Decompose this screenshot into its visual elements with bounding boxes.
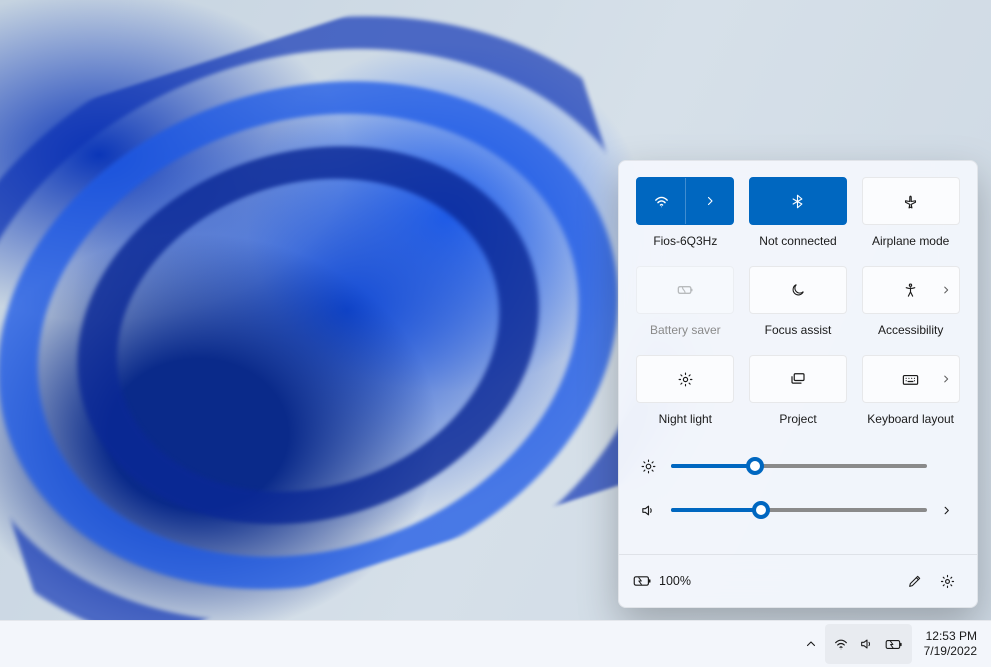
wifi-expand-button[interactable]: [686, 178, 734, 224]
wifi-label: Fios-6Q3Hz: [653, 234, 717, 248]
bluetooth-label: Not connected: [759, 234, 836, 248]
tray-quick-settings-button[interactable]: [825, 624, 912, 664]
quick-settings-tiles: Fios-6Q3Hz Not connected Airplane mode: [619, 161, 977, 430]
brightness-slider[interactable]: [671, 464, 927, 468]
volume-slider[interactable]: [671, 508, 927, 512]
chevron-right-icon: [704, 195, 716, 207]
bluetooth-toggle[interactable]: [749, 177, 847, 225]
focus-assist-label: Focus assist: [765, 323, 832, 337]
taskbar-date: 7/19/2022: [924, 644, 977, 659]
keyboard-layout-toggle[interactable]: [862, 355, 960, 403]
volume-output-button[interactable]: [941, 505, 957, 516]
taskbar: 12:53 PM 7/19/2022: [0, 620, 991, 667]
system-tray: 12:53 PM 7/19/2022: [799, 624, 987, 664]
keyboard-layout-label: Keyboard layout: [867, 412, 954, 426]
focus-assist-toggle[interactable]: [749, 266, 847, 314]
brightness-icon: [677, 371, 694, 388]
gear-icon: [939, 573, 956, 590]
volume-icon: [639, 502, 657, 519]
battery-icon: [633, 574, 653, 588]
night-light-label: Night light: [659, 412, 712, 426]
sliders-section: [619, 430, 977, 554]
taskbar-time: 12:53 PM: [924, 629, 977, 644]
chevron-right-icon: [941, 285, 951, 295]
battery-saver-icon: [675, 280, 695, 300]
accessibility-toggle[interactable]: [862, 266, 960, 314]
battery-percentage[interactable]: 100%: [659, 574, 691, 588]
tray-overflow-button[interactable]: [799, 624, 823, 664]
panel-footer: 100%: [619, 554, 977, 607]
keyboard-icon: [901, 370, 920, 389]
wifi-toggle[interactable]: [636, 177, 734, 225]
brightness-icon: [639, 458, 657, 475]
battery-saver-toggle: [636, 266, 734, 314]
project-label: Project: [779, 412, 816, 426]
chevron-right-icon: [941, 374, 951, 384]
edit-quick-settings-button[interactable]: [899, 565, 931, 597]
pencil-icon: [907, 573, 923, 589]
project-icon: [789, 370, 807, 388]
settings-button[interactable]: [931, 565, 963, 597]
bluetooth-icon: [790, 194, 805, 209]
volume-icon: [859, 636, 875, 652]
accessibility-icon: [902, 282, 919, 299]
accessibility-label: Accessibility: [878, 323, 943, 337]
airplane-mode-toggle[interactable]: [862, 177, 960, 225]
battery-icon: [885, 638, 904, 651]
wifi-icon: [653, 193, 670, 210]
wifi-icon: [833, 636, 849, 652]
wifi-toggle-main[interactable]: [637, 178, 685, 224]
chevron-up-icon: [805, 638, 817, 650]
project-toggle[interactable]: [749, 355, 847, 403]
airplane-icon: [902, 193, 919, 210]
battery-saver-label: Battery saver: [650, 323, 721, 337]
taskbar-clock[interactable]: 12:53 PM 7/19/2022: [914, 629, 987, 659]
night-light-toggle[interactable]: [636, 355, 734, 403]
airplane-mode-label: Airplane mode: [872, 234, 949, 248]
quick-settings-panel: Fios-6Q3Hz Not connected Airplane mode: [618, 160, 978, 608]
moon-icon: [790, 282, 806, 298]
